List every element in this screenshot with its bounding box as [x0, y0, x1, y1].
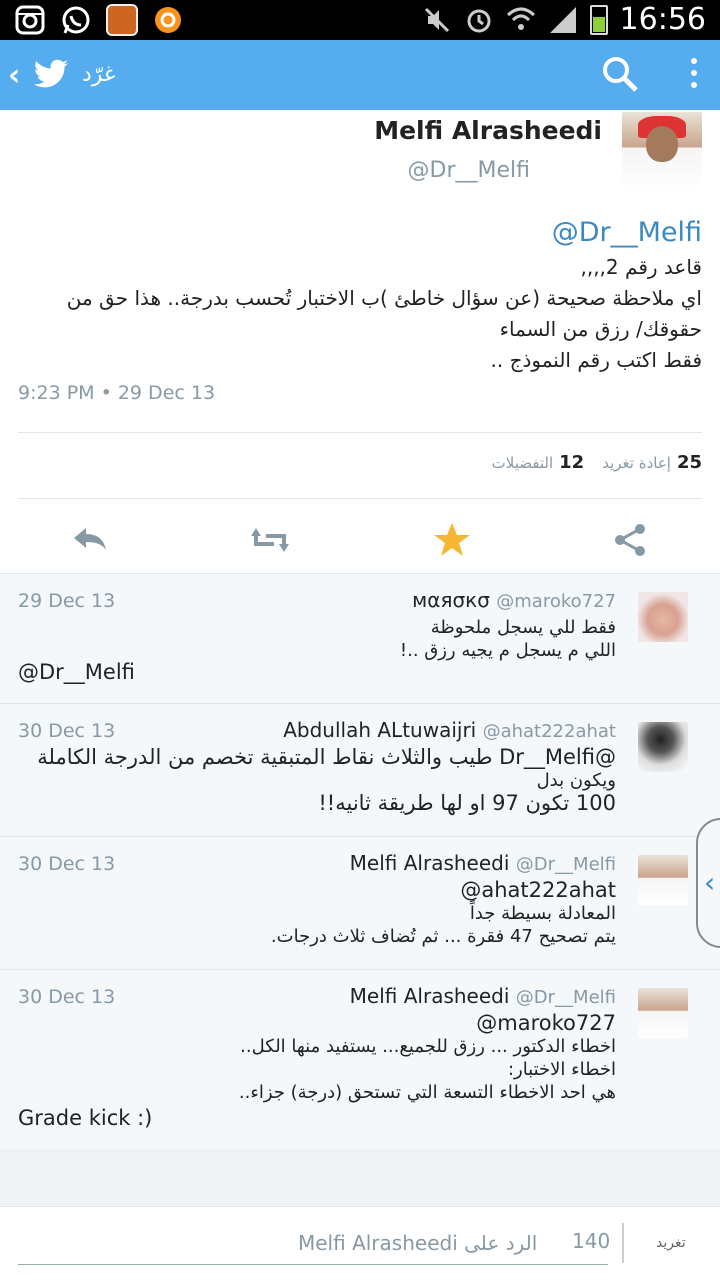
compose-tweet-label[interactable]: غرّد: [82, 62, 115, 87]
avatar[interactable]: [638, 855, 688, 905]
reply-date: 30 Dec 13: [18, 853, 116, 875]
reply-text: @maroko727 اخطاء الدكتور ... رزق للجميع.…: [238, 1011, 616, 1104]
reply-item[interactable]: 29 Dec 13 мαяσкσ @maroko727 فقط للي يسجل…: [0, 573, 720, 703]
app-thumbnail-icon: [106, 4, 138, 36]
reply-placeholder: الرد على Melfi Alrasheedi: [298, 1231, 538, 1255]
avatar[interactable]: [638, 722, 688, 772]
battery-icon: [589, 4, 608, 35]
reply-date: 29 Dec 13: [18, 590, 116, 612]
retweet-icon[interactable]: [250, 520, 290, 560]
instagram-icon: [14, 4, 46, 36]
reply-text: فقط للي يسجل ملحوظة اللي م يسجل م يجيه ر…: [399, 617, 616, 661]
tweet-actions: [0, 510, 720, 570]
reply-text: @ahat222ahat المعادلة بسيطة جداً يتم تصح…: [270, 878, 616, 948]
reply-date: 30 Dec 13: [18, 986, 116, 1008]
avatar[interactable]: [638, 592, 688, 642]
tweet-timestamp: 9:23 PM • 29 Dec 13: [18, 382, 216, 404]
main-tweet: Melfi Alrasheedi @Dr__Melfi @Dr__Melfi ق…: [0, 110, 720, 573]
tweet-line: قاعد رقم 2,,,,: [580, 255, 702, 279]
app-bar: ‹ غرّد: [0, 40, 720, 110]
clock: 16:56: [619, 2, 706, 37]
search-icon[interactable]: [600, 54, 640, 94]
divider: [622, 1223, 624, 1263]
author-handle[interactable]: @Dr__Melfi: [408, 158, 530, 183]
divider: [18, 498, 702, 499]
char-count: 140: [572, 1229, 611, 1253]
avatar[interactable]: [638, 988, 688, 1038]
reply-text: @Dr__Melfi طيب والثلاث نقاط المتبقية تخص…: [37, 745, 616, 815]
reply-item[interactable]: 30 Dec 13 Melfi Alrasheedi @Dr__Melfi @a…: [0, 836, 720, 969]
tweet-line: فقط اكتب رقم النموذج ..: [490, 348, 702, 372]
tweet-stats: 25إعادة تغريد 12التفضيلات: [492, 452, 702, 473]
reply-input[interactable]: الرد على Melfi Alrasheedi: [18, 1221, 608, 1265]
reply-author[interactable]: Abdullah ALtuwaijri @ahat222ahat: [283, 718, 616, 742]
reply-icon[interactable]: [70, 520, 110, 560]
status-bar: 16:56: [0, 0, 720, 40]
whatsapp-icon: [60, 4, 92, 36]
author-name[interactable]: Melfi Alrasheedi: [374, 116, 602, 145]
circle-app-icon: [152, 4, 184, 36]
retweet-stat[interactable]: 25إعادة تغريد: [602, 452, 702, 473]
side-pull-tab[interactable]: ‹: [696, 818, 720, 948]
reply-item[interactable]: 30 Dec 13 Abdullah ALtuwaijri @ahat222ah…: [0, 703, 720, 836]
reply-author[interactable]: мαяσкσ @maroko727: [412, 588, 616, 612]
tweet-line: اي ملاحظة صحيحة (عن سؤال خاطئ )ب الاختبا…: [66, 286, 702, 310]
favorite-icon[interactable]: [432, 520, 472, 560]
signal-icon: [549, 6, 576, 33]
avatar[interactable]: [622, 112, 702, 190]
chevron-left-icon: ‹: [704, 866, 716, 899]
tweet-line: حقوقك/ رزق من السماء: [499, 317, 702, 341]
overflow-menu-icon[interactable]: [686, 54, 702, 94]
reply-author[interactable]: Melfi Alrasheedi @Dr__Melfi: [350, 984, 616, 1008]
reply-extra-text: Grade kick :): [18, 1106, 153, 1130]
tweet-button[interactable]: تغريد: [656, 1235, 686, 1251]
reply-date: 30 Dec 13: [18, 720, 116, 742]
reply-compose-bar: الرد على Melfi Alrasheedi 140 تغريد: [0, 1206, 720, 1280]
reply-mention[interactable]: @Dr__Melfi: [18, 660, 135, 684]
chevron-left-icon[interactable]: ‹: [8, 58, 20, 93]
reply-item[interactable]: 30 Dec 13 Melfi Alrasheedi @Dr__Melfi @m…: [0, 969, 720, 1149]
divider: [18, 432, 702, 433]
alarm-icon: [467, 9, 491, 32]
favorite-stat[interactable]: 12التفضيلات: [492, 452, 585, 473]
reply-author[interactable]: Melfi Alrasheedi @Dr__Melfi: [350, 851, 616, 875]
mute-icon: [424, 7, 449, 32]
tweet-mention[interactable]: @Dr__Melfi: [12, 214, 702, 252]
wifi-icon: [506, 7, 535, 30]
share-icon[interactable]: [610, 520, 650, 560]
tweet-body: @Dr__Melfi قاعد رقم 2,,,, اي ملاحظة صحيح…: [12, 214, 702, 376]
twitter-bird-icon[interactable]: [32, 54, 72, 94]
